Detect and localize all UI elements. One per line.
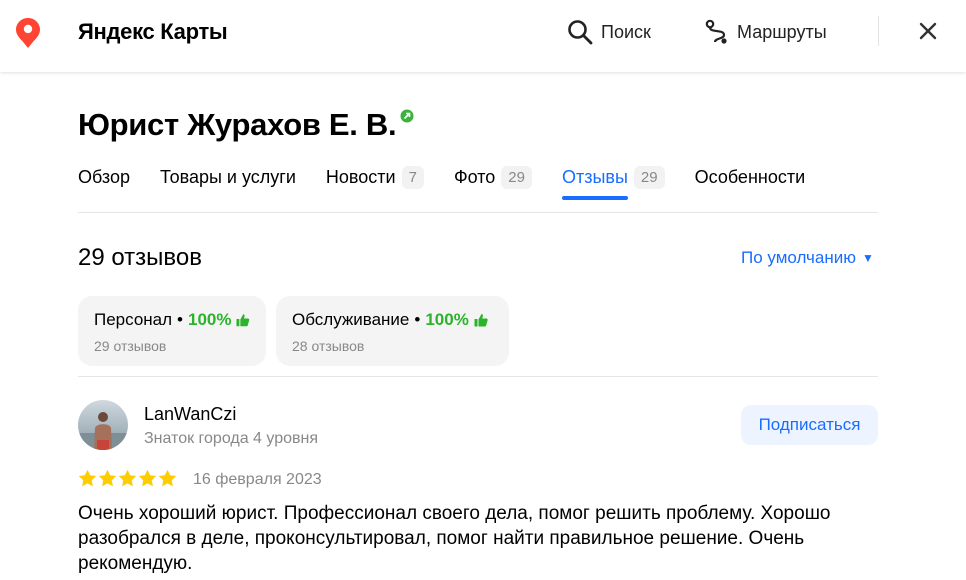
routes-icon [705, 19, 727, 44]
subscribe-button[interactable]: Подписаться [741, 405, 878, 445]
sort-dropdown[interactable]: По умолчанию ▼ [741, 248, 874, 268]
tab-count: 29 [633, 165, 665, 189]
tab-label: Отзывы [561, 166, 628, 187]
review-author-level: Знаток города 4 уровня [144, 430, 319, 447]
tab-count: 7 [401, 165, 424, 189]
star-icon [98, 469, 117, 487]
rating-stars [78, 469, 178, 488]
aspect-chip-service[interactable]: Обслуживание • 100% 28 отзывов [276, 296, 509, 366]
review-date: 16 февраля 2023 [193, 471, 322, 488]
tab-label: Фото [453, 166, 496, 187]
aspect-percent: 100% [425, 310, 469, 329]
search-icon [568, 20, 593, 45]
tab-photo[interactable]: Фото 29 [454, 163, 532, 191]
verified-badge-icon[interactable] [400, 109, 414, 123]
tab-label: Особенности [694, 166, 806, 187]
tab-news[interactable]: Новости 7 [326, 163, 424, 191]
tab-label: Обзор [78, 166, 130, 187]
routes-button[interactable]: Маршруты [705, 16, 827, 48]
star-icon [158, 469, 177, 487]
active-tab-indicator [561, 196, 628, 200]
tab-reviews[interactable]: Отзывы 29 [561, 163, 665, 200]
divider [78, 212, 878, 213]
page-title: Юрист Журахов Е. В. [78, 107, 397, 142]
tab-label: Товары и услуги [160, 166, 296, 187]
aspect-sub: 28 отзывов [292, 338, 365, 354]
reviews-count-heading: 29 отзывов [78, 244, 203, 271]
aspect-chip-staff[interactable]: Персонал • 100% 29 отзывов [78, 296, 266, 366]
header-divider [878, 16, 879, 46]
tab-features[interactable]: Особенности [695, 163, 806, 191]
tab-overview[interactable]: Обзор [78, 163, 130, 191]
close-icon[interactable] [915, 18, 941, 44]
aspect-name: Обслуживание [292, 310, 410, 329]
search-label: Поиск [601, 21, 651, 42]
tab-label: Новости [325, 166, 396, 187]
aspect-sub: 29 отзывов [94, 338, 167, 354]
aspect-name: Персонал [94, 310, 173, 329]
thumbs-up-icon [474, 314, 488, 327]
map-pin-logo-icon[interactable] [16, 18, 40, 48]
caret-down-icon: ▼ [861, 251, 874, 265]
review-author-name[interactable]: LanWanCzi [144, 404, 236, 425]
avatar[interactable] [78, 400, 128, 450]
star-icon [138, 469, 157, 487]
star-icon [118, 469, 137, 487]
divider [78, 376, 878, 377]
aspect-percent: 100% [188, 310, 232, 329]
routes-label: Маршруты [737, 21, 827, 42]
tab-bar: Обзор Товары и услуги Новости 7 Фото 29 … [78, 163, 835, 203]
thumbs-up-icon [236, 314, 250, 327]
star-icon [78, 469, 97, 487]
top-header: Яндекс Карты Поиск Маршруты [0, 0, 966, 72]
tab-count: 29 [501, 165, 532, 189]
brand-name[interactable]: Яндекс Карты [78, 19, 228, 45]
org-title-row: Юрист Журахов Е. В. [78, 106, 414, 144]
sort-label: По умолчанию [741, 248, 856, 267]
search-button[interactable]: Поиск [567, 16, 651, 48]
review-text: Очень хороший юрист. Профессионал своего… [78, 503, 831, 574]
tab-goods-services[interactable]: Товары и услуги [160, 163, 296, 191]
